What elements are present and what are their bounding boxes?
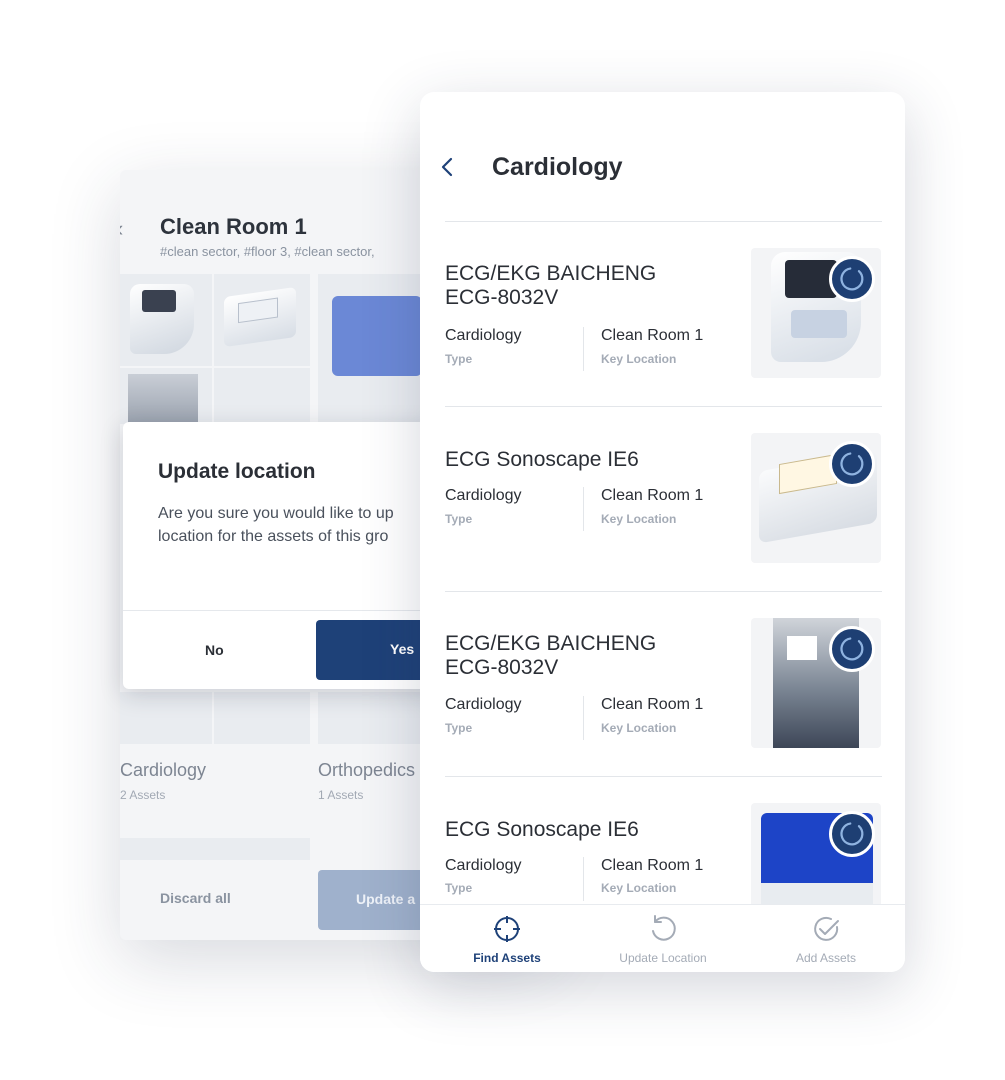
asset-list-item[interactable]: ECG Sonoscape IE6 Cardiology Type Clean …	[445, 777, 882, 933]
back-chevron-icon: ‹	[120, 216, 123, 242]
update-location-dialog: Update location Are you sure you would l…	[123, 422, 443, 689]
asset-type-label: Type	[445, 512, 473, 526]
meta-divider	[583, 327, 584, 371]
meta-divider	[583, 696, 584, 740]
asset-name-line: ECG Sonoscape IE6	[445, 448, 639, 471]
category-name[interactable]: Orthopedics	[318, 760, 415, 781]
crosshair-icon	[494, 916, 520, 942]
discard-all-button[interactable]: Discard all	[160, 890, 231, 906]
asset-location-label: Key Location	[601, 512, 677, 526]
asset-thumb-monitor	[120, 274, 212, 366]
category-count: 1 Assets	[318, 788, 364, 802]
asset-list-item[interactable]: ECG Sonoscape IE6 Cardiology Type Clean …	[445, 407, 882, 592]
sync-status-icon	[829, 811, 875, 857]
tab-update-location[interactable]: Update Location	[602, 905, 724, 972]
dialog-message: Are you sure you would like to up locati…	[158, 502, 443, 548]
meta-divider	[583, 487, 584, 531]
tab-label: Find Assets	[473, 951, 541, 965]
asset-location-value: Clean Room 1	[601, 857, 704, 874]
asset-name-line: ECG/EKG BAICHENG	[445, 262, 657, 285]
asset-name-line: ECG-8032V	[445, 656, 559, 679]
category-name[interactable]: Cardiology	[120, 760, 206, 781]
sync-status-icon	[829, 626, 875, 672]
yes-button-label: Yes	[390, 641, 415, 657]
update-all-label: Update a	[356, 891, 416, 907]
back-arrow-icon[interactable]	[438, 154, 456, 180]
refresh-icon	[652, 915, 676, 941]
asset-type-label: Type	[445, 881, 473, 895]
asset-type-label: Type	[445, 721, 473, 735]
dialog-title: Update location	[158, 460, 316, 483]
asset-location-value: Clean Room 1	[601, 327, 704, 344]
dialog-divider	[123, 610, 443, 611]
bottom-tab-bar: Find Assets Update Location Add Assets	[420, 904, 905, 972]
tab-add-assets[interactable]: Add Assets	[778, 905, 874, 972]
asset-name-line: ECG/EKG BAICHENG	[445, 632, 657, 655]
sync-status-icon	[829, 441, 875, 487]
check-circle-icon	[814, 916, 839, 941]
asset-tile	[214, 692, 310, 744]
dialog-message-line: Are you sure you would like to up	[158, 505, 394, 522]
asset-type-label: Type	[445, 352, 473, 366]
asset-location-label: Key Location	[601, 721, 677, 735]
asset-name: ECG/EKG BAICHENG ECG-8032V	[445, 632, 735, 680]
tab-find-assets[interactable]: Find Assets	[460, 905, 554, 972]
asset-thumbnail	[751, 618, 881, 748]
asset-thumbnail	[751, 433, 881, 563]
asset-list-item[interactable]: ECG/EKG BAICHENG ECG-8032V Cardiology Ty…	[445, 222, 882, 407]
asset-type-value: Cardiology	[445, 327, 522, 344]
sync-status-icon	[829, 256, 875, 302]
asset-location-value: Clean Room 1	[601, 487, 704, 504]
asset-location-label: Key Location	[601, 881, 677, 895]
asset-thumb-cart	[120, 368, 212, 438]
asset-name-line: ECG Sonoscape IE6	[445, 818, 639, 841]
asset-thumb-ecg	[214, 274, 310, 366]
asset-type-value: Cardiology	[445, 696, 522, 713]
page-title: Cardiology	[492, 153, 623, 181]
asset-list-item[interactable]: ECG/EKG BAICHENG ECG-8032V Cardiology Ty…	[445, 592, 882, 777]
no-button[interactable]: No	[205, 642, 224, 658]
back-page-title: Clean Room 1	[160, 214, 307, 239]
back-page-tags: #clean sector, #floor 3, #clean sector,	[160, 244, 375, 259]
asset-location-value: Clean Room 1	[601, 696, 704, 713]
dialog-message-line: location for the assets of this gro	[158, 528, 389, 545]
asset-name: ECG Sonoscape IE6	[445, 818, 735, 842]
tab-label: Add Assets	[795, 951, 857, 965]
meta-divider	[583, 857, 584, 901]
tab-label: Update Location	[619, 951, 707, 965]
divider-strip	[120, 838, 310, 860]
cardiology-screen: Cardiology ECG/EKG BAICHENG ECG-8032V Ca…	[420, 92, 905, 972]
asset-type-value: Cardiology	[445, 857, 522, 874]
asset-location-label: Key Location	[601, 352, 677, 366]
asset-name: ECG Sonoscape IE6	[445, 448, 735, 472]
asset-type-value: Cardiology	[445, 487, 522, 504]
asset-thumb-empty	[214, 368, 310, 424]
asset-tile	[120, 692, 212, 744]
asset-name-line: ECG-8032V	[445, 286, 559, 309]
category-count: 2 Assets	[120, 788, 166, 802]
asset-name: ECG/EKG BAICHENG ECG-8032V	[445, 262, 735, 310]
asset-thumbnail	[751, 248, 881, 378]
